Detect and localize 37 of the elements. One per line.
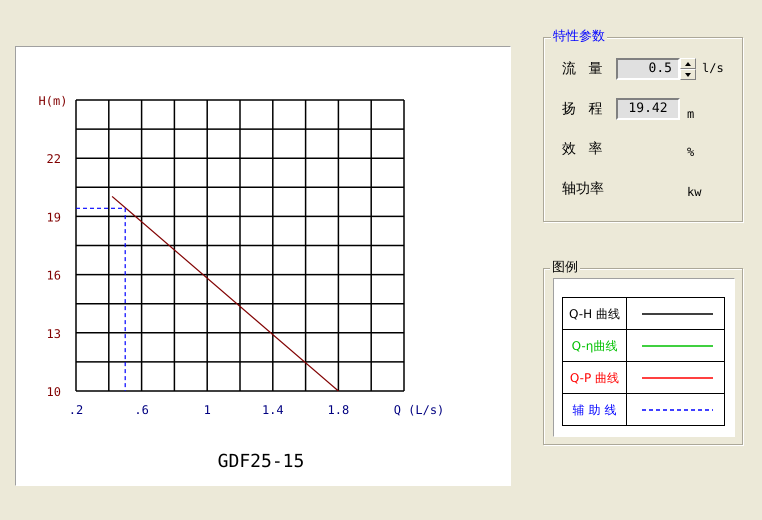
legend-label: Q-η曲线: [562, 330, 626, 362]
y-tick-label: 13: [46, 326, 61, 341]
legend-label: Q-P 曲线: [562, 362, 626, 394]
y-axis-label: H(m): [38, 94, 68, 108]
parameter-label: 扬 程: [562, 100, 604, 118]
legend-label: Q-H 曲线: [562, 298, 626, 330]
value-field: 19.42: [616, 98, 680, 120]
parameter-label: 效 率: [562, 140, 604, 158]
y-tick-label: 16: [46, 268, 61, 283]
unit-label: kw: [687, 184, 702, 200]
parameter-label: 流 量: [562, 60, 604, 78]
legend-line: [642, 376, 713, 378]
y-tick-label: 10: [46, 385, 61, 399]
y-tick-label: 22: [46, 152, 61, 166]
chart-title: GDF25-15: [218, 451, 304, 472]
x-tick-label: 1.4: [262, 403, 284, 417]
unit-label: l/s: [702, 60, 724, 77]
parameter-label: 轴功率: [562, 180, 605, 198]
x-tick-label: .2: [68, 403, 84, 417]
x-axis-label: Q (L/s): [394, 403, 444, 417]
x-tick-label: 1.8: [328, 403, 350, 417]
y-tick-label: 19: [46, 210, 61, 224]
spin-down-button[interactable]: [680, 69, 696, 80]
group-title: 特性参数: [551, 29, 607, 45]
legend-label: 辅 助 线: [562, 394, 626, 426]
legend-line: [642, 408, 713, 410]
down-arrow-icon: [685, 72, 691, 76]
spinner-field[interactable]: 0.5: [616, 58, 680, 80]
x-tick-label: .6: [134, 403, 149, 417]
spin-up-button[interactable]: [680, 58, 696, 69]
x-tick-label: 1: [204, 403, 211, 417]
legend-line: [642, 312, 713, 314]
legend-line: [642, 344, 713, 346]
unit-label: %: [687, 144, 694, 160]
unit-label: m: [687, 106, 694, 123]
group-title: 图例: [550, 260, 580, 276]
up-arrow-icon: [685, 62, 691, 66]
